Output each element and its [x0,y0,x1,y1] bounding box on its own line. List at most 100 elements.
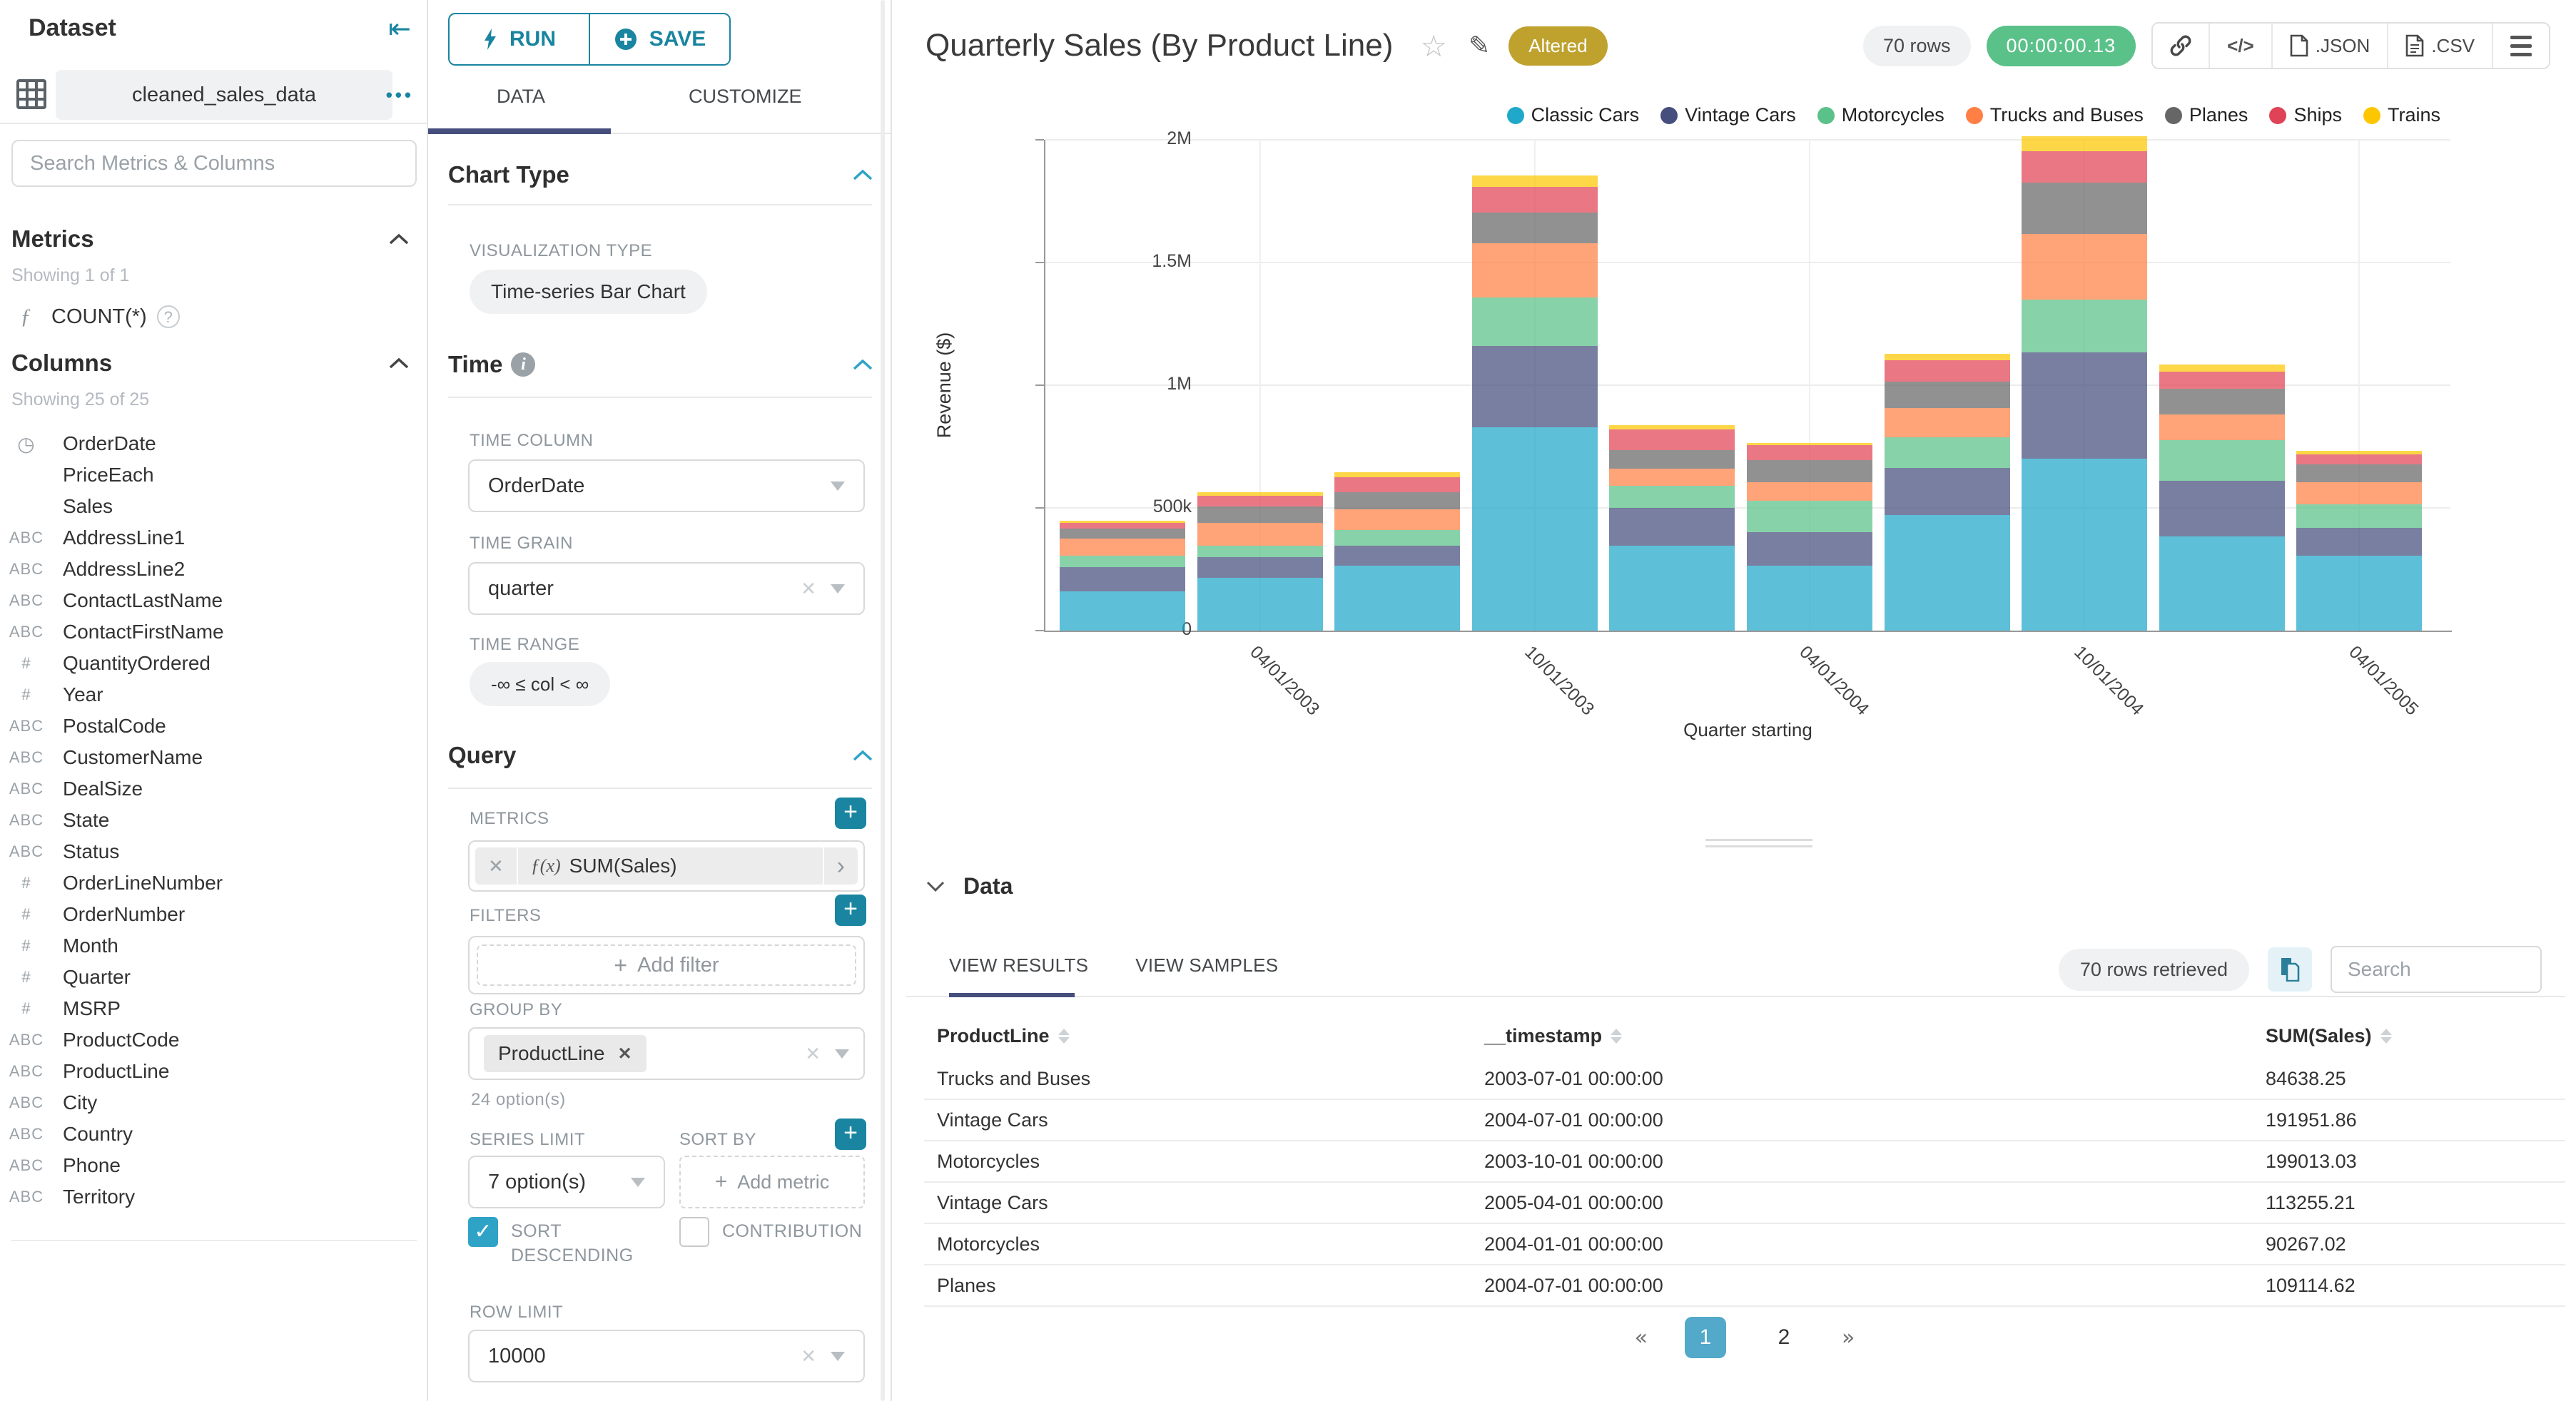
checkbox-unchecked-icon[interactable] [679,1217,709,1247]
legend-item[interactable]: Vintage Cars [1660,104,1796,126]
query-collapse-icon[interactable] [852,749,873,762]
tab-view-results[interactable]: VIEW RESULTS [949,954,1088,977]
column-item[interactable]: # Quarter [0,962,428,993]
metric-item[interactable]: ƒ COUNT(*) ? [0,300,428,334]
bar-segment[interactable] [1471,427,1598,631]
stacked-bar[interactable] [1334,472,1461,631]
clear-icon[interactable]: ✕ [805,1043,821,1065]
sidebar-search-input[interactable] [13,141,415,185]
time-range-pill[interactable]: -∞ ≤ col < ∞ [470,662,611,706]
dataset-selector[interactable]: cleaned_sales_data [56,70,392,120]
expand-metric-icon[interactable]: › [822,847,858,885]
collapse-sidebar-icon[interactable]: ⇤ [388,13,411,44]
tab-data[interactable]: DATA [497,86,545,108]
bar-segment[interactable] [1060,539,1185,556]
column-item[interactable]: ABC State [0,805,428,836]
table-row[interactable]: Vintage Cars 2005-04-01 00:00:00 113255.21 [924,1183,2565,1224]
bar-segment[interactable] [2296,556,2423,631]
sidebar-search[interactable] [11,140,417,187]
row-limit-select[interactable]: 10000 ✕ [468,1330,865,1382]
bar-segment[interactable] [1884,354,2010,361]
bar-segment[interactable] [1471,297,1598,346]
bar-segment[interactable] [1197,522,1323,546]
pagination-page[interactable]: 1 [1685,1317,1726,1358]
sort-icon[interactable] [1611,1028,1623,1044]
panel-resize-handle[interactable] [1705,839,1812,852]
bar-segment[interactable] [1747,482,1872,501]
time-grain-select[interactable]: quarter ✕ [468,562,865,615]
column-item[interactable]: ABC Country [0,1119,428,1150]
group-by-tag[interactable]: ProductLine ✕ [484,1035,646,1072]
column-item[interactable]: ABC PostalCode [0,710,428,742]
column-item[interactable]: ABC Phone [0,1150,428,1181]
sort-by-dropzone[interactable]: + Add metric [679,1156,865,1208]
group-by-select[interactable]: ProductLine ✕ ✕ [468,1027,865,1080]
bar-segment[interactable] [2296,482,2423,505]
time-column-select[interactable]: OrderDate [468,459,865,512]
legend-item[interactable]: Classic Cars [1506,104,1639,126]
legend-item[interactable]: Trains [2363,104,2440,126]
table-search[interactable] [2331,946,2542,993]
bar-segment[interactable] [1334,529,1461,546]
column-header[interactable]: ProductLine [924,1025,1484,1047]
bar-segment[interactable] [2159,372,2285,389]
bar-segment[interactable] [1609,468,1735,486]
column-item[interactable]: PriceEach [0,459,428,491]
bar-segment[interactable] [2022,352,2148,459]
tab-view-samples[interactable]: VIEW SAMPLES [1135,954,1278,977]
stacked-bar[interactable] [2022,136,2148,631]
bar-segment[interactable] [1747,445,1872,460]
bar-segment[interactable] [1609,450,1735,469]
stacked-bar[interactable] [2159,364,2285,631]
bar-segment[interactable] [2159,414,2285,441]
favorite-star-icon[interactable]: ☆ [1420,29,1447,63]
chart-type-collapse-icon[interactable] [852,168,873,181]
bar-segment[interactable] [1334,477,1461,492]
bar-segment[interactable] [1884,437,2010,469]
edit-title-icon[interactable]: ✎ [1469,31,1490,61]
bar-segment[interactable] [2296,504,2423,529]
add-filter-button[interactable]: + [835,895,866,926]
data-panel-header[interactable]: Data [926,873,1013,900]
stacked-bar[interactable] [1884,354,2010,631]
bar-segment[interactable] [2159,389,2285,415]
bar-segment[interactable] [1609,508,1735,546]
table-row[interactable]: Planes 2004-07-01 00:00:00 109114.62 [924,1265,2565,1307]
bar-segment[interactable] [1060,529,1185,539]
clear-icon[interactable]: ✕ [801,578,816,600]
stacked-bar[interactable] [1060,520,1185,631]
remove-tag-icon[interactable]: ✕ [617,1044,632,1064]
bar-segment[interactable] [1334,509,1461,530]
table-row[interactable]: Vintage Cars 2004-07-01 00:00:00 191951.86 [924,1100,2565,1141]
add-sort-metric-button[interactable]: + [835,1119,866,1150]
bar-segment[interactable] [1471,243,1598,297]
column-item[interactable]: # MSRP [0,993,428,1024]
column-item[interactable]: ABC ProductLine [0,1056,428,1087]
export-csv-button[interactable]: .CSV [2388,24,2493,68]
stacked-bar[interactable] [1747,442,1872,631]
columns-collapse-icon[interactable] [388,357,410,370]
legend-item[interactable]: Motorcycles [1817,104,1944,126]
bar-segment[interactable] [2296,528,2423,556]
legend-item[interactable]: Planes [2164,104,2248,126]
bar-segment[interactable] [1884,360,2010,382]
run-button[interactable]: RUN [448,13,589,66]
bar-segment[interactable] [1471,186,1598,213]
column-item[interactable]: ABC ContactLastName [0,585,428,616]
column-item[interactable]: ABC City [0,1087,428,1119]
bar-segment[interactable] [1197,546,1323,557]
embed-code-button[interactable]: </> [2210,24,2273,68]
bar-segment[interactable] [2022,136,2148,151]
remove-metric-icon[interactable]: ✕ [475,847,518,885]
copy-link-button[interactable] [2153,24,2211,68]
table-search-input[interactable] [2332,947,2540,992]
bar-segment[interactable] [2296,454,2423,464]
column-item[interactable]: ABC Status [0,836,428,867]
column-item[interactable]: # OrderNumber [0,899,428,930]
save-button[interactable]: SAVE [589,13,731,66]
column-header[interactable]: SUM(Sales) [2266,1025,2565,1047]
column-item[interactable]: ABC ContactFirstName [0,616,428,648]
bar-segment[interactable] [1060,591,1185,631]
bar-segment[interactable] [1747,500,1872,533]
bar-segment[interactable] [2022,234,2148,300]
